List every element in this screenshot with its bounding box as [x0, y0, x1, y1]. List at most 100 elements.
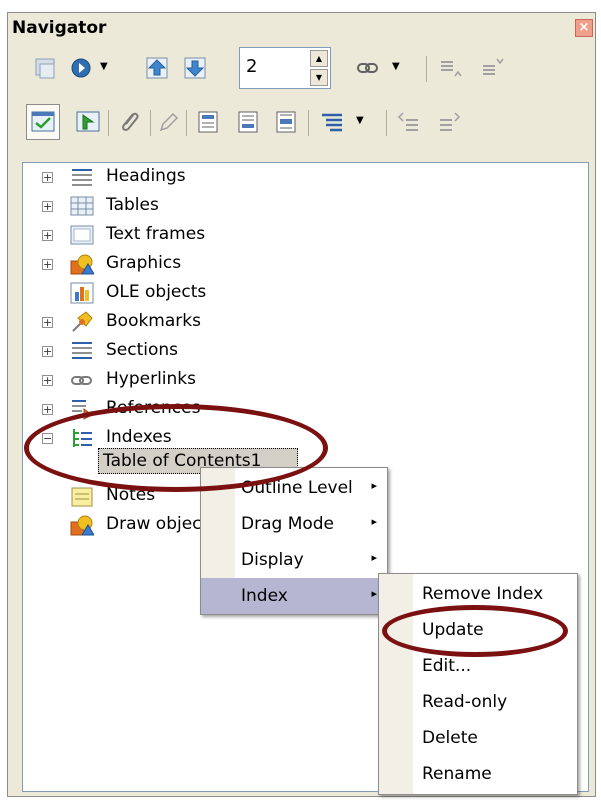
- menu-item-label: Read-only: [422, 692, 508, 712]
- expand-toggle[interactable]: +: [42, 317, 53, 328]
- tree-item-graphics[interactable]: + Graphics: [30, 251, 330, 279]
- graphics-icon: [70, 254, 94, 275]
- link-icon: [357, 63, 378, 73]
- sections-icon: [72, 342, 92, 359]
- menu-item-display[interactable]: Display ▸: [201, 542, 387, 578]
- tree-item-sections[interactable]: + Sections: [30, 338, 330, 366]
- menu-item-index[interactable]: Index ▸: [201, 578, 387, 614]
- toolbar-separator: [108, 110, 109, 136]
- level-value: 2: [246, 56, 258, 77]
- header-icon: [198, 111, 218, 133]
- header-button[interactable]: [192, 106, 224, 138]
- drag-mode-button[interactable]: ▼: [352, 52, 400, 84]
- footer-icon: [238, 111, 258, 133]
- next-button[interactable]: [180, 52, 212, 84]
- anchor-text-button[interactable]: [270, 106, 302, 138]
- index-submenu: Remove Index Update Edit... Read-only De…: [378, 573, 578, 795]
- text-frames-icon: [70, 225, 94, 245]
- tree-item-label: Notes: [106, 485, 156, 505]
- window-title: Navigator: [12, 18, 107, 38]
- menu-item-label: Delete: [422, 728, 478, 748]
- heading-levels-icon: [322, 113, 342, 132]
- level-down-button[interactable]: ▼: [310, 69, 328, 86]
- demote-level-icon: [440, 112, 461, 131]
- expand-toggle[interactable]: +: [42, 172, 53, 183]
- toolbar-separator: [308, 110, 309, 136]
- content-view-toggle[interactable]: [26, 104, 60, 140]
- menu-item-label: Outline Level: [241, 478, 353, 498]
- demote-level-button[interactable]: [434, 106, 466, 138]
- tree-item-label: References: [106, 398, 201, 418]
- promote-level-button[interactable]: [392, 106, 424, 138]
- menu-item-edit[interactable]: Edit...: [379, 648, 577, 684]
- navigator-titlebar: Navigator ×: [8, 13, 595, 43]
- toolbar-separator: [386, 110, 387, 136]
- tables-icon: [70, 196, 94, 216]
- notes-icon: [71, 487, 93, 507]
- menu-item-label: Drag Mode: [241, 514, 335, 534]
- up-arrow-icon: [146, 57, 168, 79]
- tree-item-text-frames[interactable]: + Text frames: [30, 222, 330, 250]
- tree-item-tables[interactable]: + Tables: [30, 193, 330, 221]
- menu-item-outline-level[interactable]: Outline Level ▸: [201, 470, 387, 506]
- context-menu: Outline Level ▸ Drag Mode ▸ Display ▸ In…: [200, 467, 388, 615]
- navigation-icon: [35, 58, 55, 79]
- hyperlinks-icon: [71, 376, 92, 385]
- expand-toggle[interactable]: +: [42, 375, 53, 386]
- pencil-icon: [159, 112, 179, 132]
- navigation-dropdown-button[interactable]: ▼: [66, 52, 108, 84]
- menu-item-rename[interactable]: Rename: [379, 756, 577, 792]
- expand-toggle[interactable]: +: [42, 259, 53, 270]
- bookmarks-icon: [72, 311, 93, 332]
- navigation-circle-icon: [71, 58, 91, 78]
- references-icon: [72, 400, 93, 420]
- dropdown-arrow-icon: ▼: [356, 115, 364, 126]
- anchor-icon: [276, 111, 296, 133]
- level-up-button[interactable]: ▲: [310, 50, 328, 67]
- demote-chapter-icon: [483, 58, 504, 75]
- menu-item-remove-index[interactable]: Remove Index: [379, 576, 577, 612]
- toolbar-separator: [426, 56, 427, 82]
- tree-item-label: OLE objects: [106, 282, 207, 302]
- paperclip-icon: [122, 112, 139, 131]
- expand-toggle[interactable]: +: [42, 201, 53, 212]
- toolbar-separator: [150, 110, 151, 136]
- edit-button[interactable]: [152, 106, 184, 138]
- collapse-toggle[interactable]: −: [42, 433, 53, 444]
- heading-levels-button[interactable]: ▼: [316, 106, 364, 138]
- tree-item-label: Tables: [106, 195, 159, 215]
- tree-item-bookmarks[interactable]: + Bookmarks: [30, 309, 330, 337]
- tree-item-hyperlinks[interactable]: + Hyperlinks: [30, 367, 330, 395]
- tree-item-ole-objects[interactable]: OLE objects: [30, 280, 330, 308]
- reminder-icon: [76, 111, 100, 132]
- insert-button[interactable]: [114, 106, 146, 138]
- previous-button[interactable]: [142, 52, 174, 84]
- menu-item-update[interactable]: Update: [379, 612, 577, 648]
- promote-chapter-button[interactable]: [434, 52, 466, 84]
- heading-level-stepper[interactable]: 2 ▲ ▼: [239, 47, 331, 89]
- menu-item-delete[interactable]: Delete: [379, 720, 577, 756]
- headings-icon: [72, 169, 92, 186]
- submenu-arrow-icon: ▸: [371, 587, 377, 600]
- tree-item-label: Bookmarks: [106, 311, 201, 331]
- set-reminder-button[interactable]: [72, 106, 104, 138]
- menu-item-label: Index: [241, 586, 288, 606]
- expand-toggle[interactable]: +: [42, 346, 53, 357]
- promote-level-icon: [397, 112, 418, 131]
- expand-toggle[interactable]: +: [42, 230, 53, 241]
- tree-item-headings[interactable]: + Headings: [30, 164, 330, 192]
- tree-item-references[interactable]: + References: [30, 396, 330, 424]
- menu-item-drag-mode[interactable]: Drag Mode ▸: [201, 506, 387, 542]
- tree-item-label: Indexes: [106, 427, 172, 447]
- menu-item-read-only[interactable]: Read-only: [379, 684, 577, 720]
- navigation-toggle-button[interactable]: [30, 52, 62, 84]
- indexes-icon: [73, 429, 92, 447]
- promote-chapter-icon: [441, 61, 462, 77]
- menu-item-label: Rename: [422, 764, 492, 784]
- menu-item-label: Update: [422, 620, 484, 640]
- footer-button[interactable]: [232, 106, 264, 138]
- expand-toggle[interactable]: +: [42, 404, 53, 415]
- close-button[interactable]: ×: [575, 19, 593, 37]
- down-arrow-icon: [184, 57, 206, 79]
- demote-chapter-button[interactable]: [476, 52, 508, 84]
